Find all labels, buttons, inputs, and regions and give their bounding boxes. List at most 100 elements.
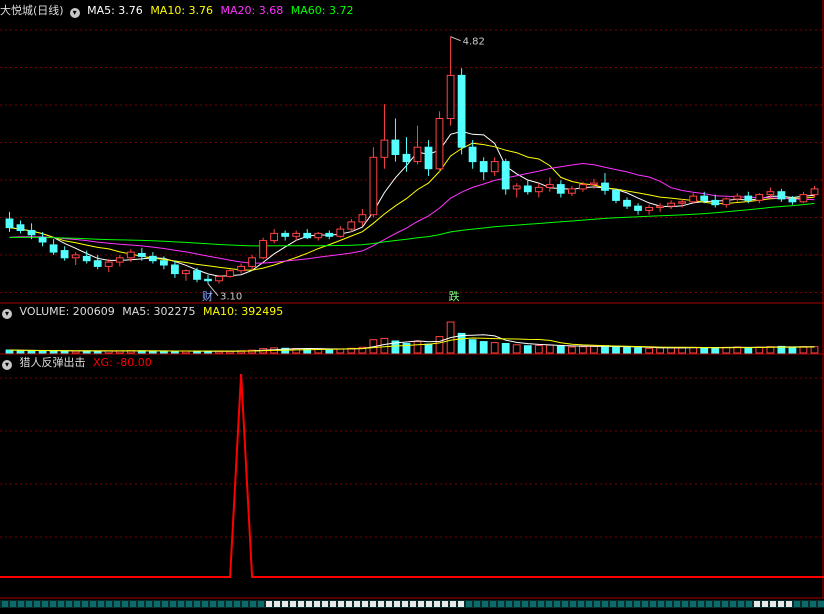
candle (612, 188, 620, 204)
candle-body (391, 139, 400, 156)
indicator-line (0, 373, 824, 578)
timeline-scrollbar[interactable] (0, 600, 824, 608)
scroll-segment (738, 601, 744, 607)
candle (601, 173, 609, 195)
volume-bar (534, 344, 543, 354)
candle-body (424, 146, 433, 170)
candle-body (16, 224, 25, 232)
candle-body (82, 255, 91, 262)
candle (534, 183, 543, 198)
candle-body (799, 194, 808, 203)
candle-body (380, 139, 389, 158)
candle (457, 68, 466, 155)
scroll-segment (634, 601, 640, 607)
scroll-segment (578, 601, 584, 607)
scroll-segment (322, 601, 328, 607)
volume-bar (788, 346, 797, 354)
candle (325, 230, 334, 240)
scroll-segment (466, 601, 472, 607)
candle-body (49, 244, 58, 253)
candle (380, 104, 389, 169)
volume-bar (424, 343, 433, 354)
price-panel-header: 大悦城(日线) ▾ MA5: 3.76 MA10: 3.76 MA20: 3.68… (0, 4, 357, 18)
candle-body (435, 118, 444, 170)
candle-body (270, 232, 279, 242)
candle-body (612, 189, 620, 201)
candle-body (590, 182, 598, 186)
chevron-down-icon[interactable]: ▾ (69, 8, 80, 18)
candle (479, 157, 488, 181)
volume-bar (810, 346, 819, 354)
candle (391, 118, 400, 162)
candle (512, 183, 521, 198)
candle-body (479, 161, 488, 173)
volume-bar (711, 347, 720, 354)
candle-body (446, 74, 455, 119)
candle-body (512, 185, 521, 190)
scroll-segment (658, 601, 664, 607)
candle (777, 188, 786, 202)
candle-body (126, 251, 135, 259)
candle-body (545, 184, 554, 189)
candle (16, 220, 25, 234)
scroll-segment (10, 601, 16, 607)
volume-bar (579, 346, 587, 354)
marker-die: 跌 (449, 289, 460, 303)
scroll-segment (506, 601, 512, 607)
chevron-down-icon[interactable]: ▾ (2, 309, 12, 319)
candle-body (744, 195, 753, 201)
scroll-segment (114, 601, 120, 607)
scroll-segment (714, 601, 720, 607)
candle-body (358, 214, 367, 223)
scroll-segment (586, 601, 592, 607)
scroll-segment (554, 601, 560, 607)
candle (347, 219, 356, 232)
scroll-segment (570, 601, 576, 607)
scroll-segment (450, 601, 456, 607)
annotations: 4.82 3.10 财 跌 (202, 36, 485, 303)
scroll-segment (218, 601, 224, 607)
scroll-segment (330, 601, 336, 607)
candle-body (38, 237, 47, 243)
xg-line (0, 373, 824, 578)
scroll-segment (234, 601, 240, 607)
candle (799, 191, 808, 204)
candle-body (568, 188, 576, 194)
candle-body (336, 228, 345, 237)
candle (545, 177, 554, 192)
volume-bar (479, 341, 488, 354)
candle (556, 180, 565, 198)
scroll-segment (34, 601, 40, 607)
candle (215, 275, 223, 284)
candle-body (490, 161, 499, 173)
ma10-label: MA10: 3.76 (150, 4, 214, 17)
scroll-segment (242, 601, 248, 607)
ma-line-ma20 (9, 162, 815, 264)
scroll-segment (706, 601, 712, 607)
scroll-segment (106, 601, 112, 607)
ma60-label: MA60: 3.72 (290, 4, 354, 17)
candle (148, 252, 157, 264)
scroll-segment (362, 601, 368, 607)
volume-bar (568, 346, 576, 354)
scroll-segment (562, 601, 568, 607)
candle-body (656, 205, 665, 209)
scroll-segment (26, 601, 32, 607)
scroll-segment (146, 601, 152, 607)
candle (336, 226, 345, 238)
volume-bar (590, 345, 598, 354)
chevron-down-icon[interactable]: ▾ (2, 360, 12, 370)
xg-label: XG: -80.00 (93, 356, 152, 369)
scroll-segment (482, 601, 488, 607)
scroll-segment (162, 601, 168, 607)
volume-bar (799, 346, 808, 354)
candle (634, 203, 642, 215)
volume-bar (612, 346, 620, 354)
candle (226, 269, 234, 278)
scroll-segment (674, 601, 680, 607)
scroll-segment (746, 601, 752, 607)
scroll-segment (666, 601, 672, 607)
scroll-segment (186, 601, 192, 607)
candle (237, 263, 245, 274)
scroll-segment (154, 601, 160, 607)
